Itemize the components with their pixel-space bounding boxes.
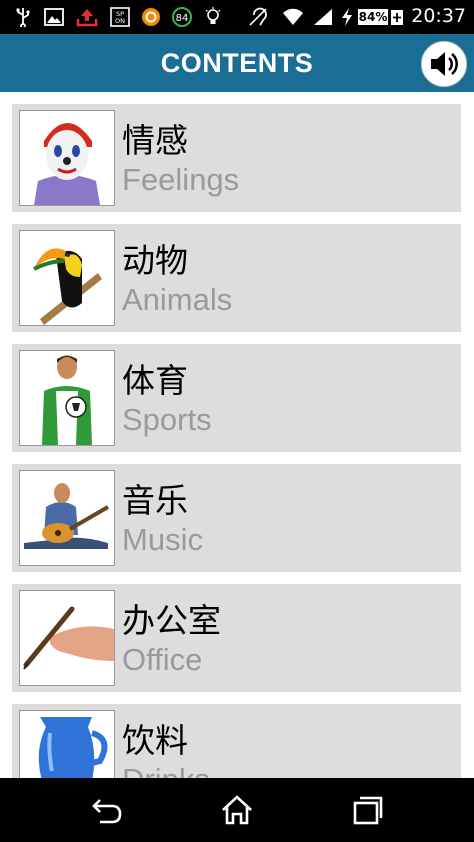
charging-icon [342,8,352,26]
svg-text:84: 84 [176,13,189,24]
category-label-en: Animals [122,282,233,317]
battery-icon [391,10,403,25]
sound-button[interactable] [421,41,467,87]
svg-text:ON: ON [115,17,125,25]
category-label-zh: 情感 [122,121,188,160]
list-item-animals[interactable]: 动物 Animals [12,224,461,332]
navigation-bar [0,778,474,842]
category-label-zh: 音乐 [122,481,188,520]
home-icon[interactable] [219,792,255,828]
category-label-en: Office [122,642,203,677]
list-item-sports[interactable]: 体育 Sports [12,344,461,452]
sim-icon: SP ON [110,7,130,27]
back-icon[interactable] [88,792,124,828]
battery-level: 84% [358,9,388,25]
category-list: 情感 Feelings 动物 Animals 体育 Sports 音乐 Musi… [0,92,474,778]
upload-icon [76,9,98,27]
clown-face-image [19,110,115,206]
category-label-en: Music [122,522,203,557]
list-item-drinks[interactable]: 饮料 Drinks [12,704,461,778]
lightbulb-icon [205,7,221,24]
usb-icon [16,8,30,27]
list-item-office[interactable]: 办公室 Office [12,584,461,692]
toucan-image [19,230,115,326]
list-item-music[interactable]: 音乐 Music [12,464,461,572]
category-label-zh: 动物 [122,241,188,280]
signal-icon [314,9,332,25]
list-item-feelings[interactable]: 情感 Feelings [12,104,461,212]
category-label-zh: 办公室 [122,601,221,640]
category-label-en: Feelings [122,162,240,197]
circle-app-icon [142,8,160,26]
status-bar: SP ON 84 84% 20:37 [0,0,474,34]
soccer-player-image [19,350,115,446]
hearing-icon [249,7,267,26]
category-label-en: Drinks [122,762,210,778]
image-icon [44,8,64,26]
app-header: CONTENTS [0,34,474,92]
hand-pen-image [19,590,115,686]
clock: 20:37 [411,5,466,27]
blue-jug-image [19,710,115,778]
speaker-icon [431,52,458,76]
category-label-zh: 体育 [122,361,188,400]
wifi-icon [283,8,303,25]
84-badge-icon: 84 [172,7,192,27]
category-label-en: Sports [122,402,212,437]
page-title: CONTENTS [160,48,314,78]
recents-icon[interactable] [350,792,386,828]
category-label-zh: 饮料 [122,721,188,760]
guitar-player-image [19,470,115,566]
